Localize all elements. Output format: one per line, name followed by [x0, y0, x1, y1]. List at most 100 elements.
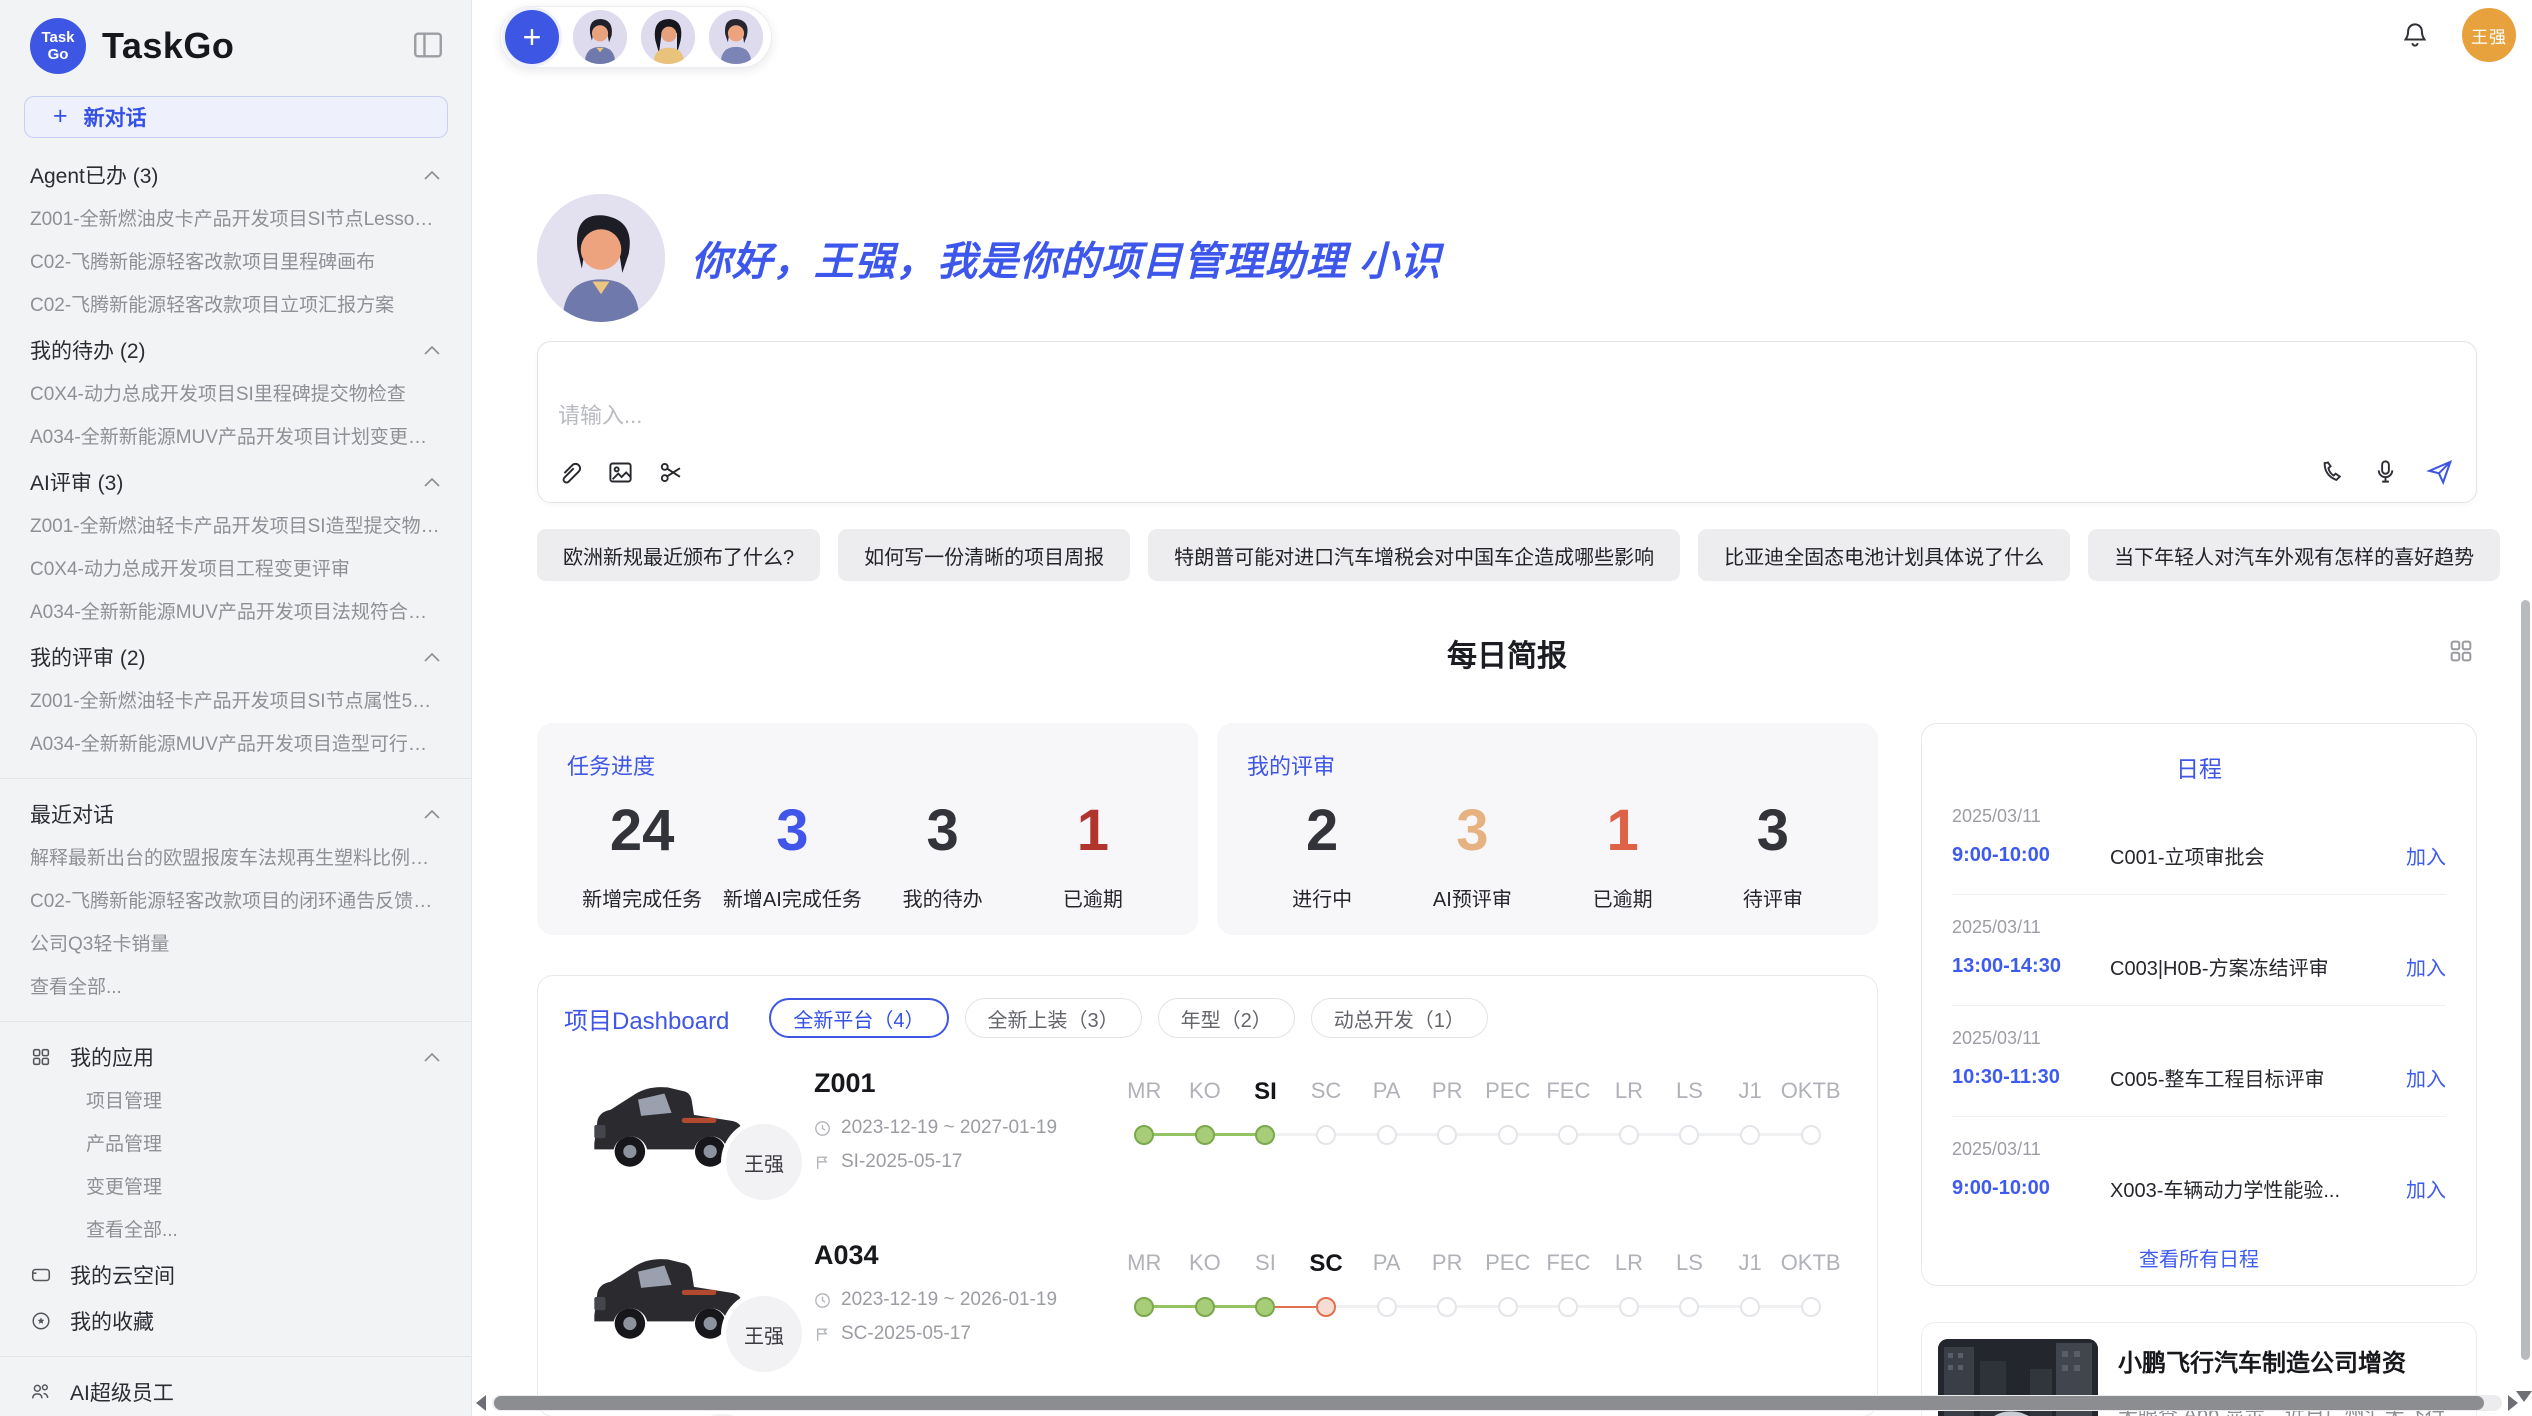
image-icon[interactable]	[607, 459, 634, 486]
sidebar-item[interactable]: A034-全新新能源MUV产品开发项目法规符合性评审	[0, 591, 471, 634]
add-session-button[interactable]: +	[505, 10, 559, 64]
suggestion-chip[interactable]: 特朗普可能对进口汽车增税会对中国车企造成哪些影响	[1148, 529, 1680, 581]
milestone-cell: PA	[1356, 1250, 1417, 1320]
recent-view-all[interactable]: 查看全部...	[0, 966, 471, 1009]
vertical-scrollbar-thumb[interactable]	[2521, 600, 2530, 1360]
milestone-dot	[1498, 1297, 1518, 1317]
suggestion-chip[interactable]: 当下年轻人对汽车外观有怎样的喜好趋势	[2088, 529, 2500, 581]
chevron-up-icon[interactable]	[423, 808, 441, 821]
suggestion-chip[interactable]: 欧洲新规最近颁布了什么?	[537, 529, 820, 581]
join-link[interactable]: 加入	[2406, 952, 2446, 981]
stat-label: 进行中	[1247, 883, 1397, 912]
assistant-avatar	[537, 194, 665, 322]
message-input[interactable]	[538, 342, 2476, 450]
sidebar-header: Task Go TaskGo	[0, 18, 471, 74]
sidebar-item-favorites[interactable]: 我的收藏	[0, 1298, 471, 1344]
chevron-up-icon[interactable]	[423, 651, 441, 664]
milestone-dot	[1498, 1125, 1518, 1145]
suggestion-chip[interactable]: 比亚迪全固态电池计划具体说了什么	[1698, 529, 2070, 581]
new-chat-button[interactable]: + 新对话	[24, 96, 448, 138]
suggestion-chips: 欧洲新规最近颁布了什么? 如何写一份清晰的项目周报 特朗普可能对进口汽车增税会对…	[537, 529, 2477, 581]
topbar-right: 王强	[2400, 8, 2516, 62]
schedule-time: 13:00-14:30	[1952, 955, 2110, 978]
project-row[interactable]: 王强 Z001 2023-12-19 ~ 2027-01	[538, 1046, 1877, 1218]
sidebar-item[interactable]: Z001-全新燃油轻卡产品开发项目SI造型提交物评审	[0, 505, 471, 548]
sidebar-item[interactable]: C0X4-动力总成开发项目工程变更评审	[0, 548, 471, 591]
sidebar-section-header[interactable]: 我的待办 (2)	[0, 327, 471, 373]
sidebar-item[interactable]: A034-全新新能源MUV产品开发项目造型可行性评审	[0, 723, 471, 766]
sidebar-section-header[interactable]: Agent已办 (3)	[0, 152, 471, 198]
project-flag-label: SC-2025-05-17	[841, 1323, 971, 1345]
milestone-cell: J1	[1720, 1078, 1781, 1148]
join-link[interactable]: 加入	[2406, 1063, 2446, 1092]
stat-card: 我的评审 2 进行中	[1217, 723, 1878, 935]
dashboard-tab[interactable]: 全新上装（3）	[965, 998, 1142, 1038]
sidebar-section-header[interactable]: 我的评审 (2)	[0, 634, 471, 680]
user-avatar[interactable]: 王强	[2462, 8, 2516, 62]
stat-card: 任务进度 24 新增完成任务	[537, 723, 1198, 935]
session-avatar-3[interactable]	[709, 10, 763, 64]
app-item[interactable]: 查看全部...	[0, 1209, 471, 1252]
schedule-list: 2025/03/11 9:00-10:00 C001-立项审批会 加入	[1952, 784, 2446, 1227]
chevron-up-icon[interactable]	[423, 169, 441, 182]
sidebar-item-cloud-space[interactable]: 我的云空间	[0, 1252, 471, 1298]
sidebar-item[interactable]: A034-全新新能源MUV产品开发项目计划变更表编写	[0, 416, 471, 459]
layout-grid-icon[interactable]	[2447, 637, 2475, 665]
stat-value: 2	[1247, 799, 1397, 863]
horizontal-scrollbar-thumb[interactable]	[494, 1396, 2484, 1410]
app-item[interactable]: 产品管理	[0, 1123, 471, 1166]
scroll-down-arrow[interactable]	[2516, 1391, 2532, 1402]
dashboard-tab[interactable]: 年型（2）	[1158, 998, 1295, 1038]
session-avatar-2[interactable]	[641, 10, 695, 64]
chevron-up-icon[interactable]	[423, 344, 441, 357]
sidebar-item[interactable]: Z001-全新燃油皮卡产品开发项目SI节点Lesson Learn报告	[0, 198, 471, 241]
app-item[interactable]: 变更管理	[0, 1166, 471, 1209]
recent-chats-header[interactable]: 最近对话	[0, 791, 471, 837]
project-row[interactable]: 王强 A034 2023-12-19 ~ 2026-01	[538, 1218, 1877, 1390]
milestone-dot	[1316, 1297, 1336, 1317]
milestone-dot	[1801, 1297, 1821, 1317]
sidebar-section-header[interactable]: AI评审 (3)	[0, 459, 471, 505]
schedule-event-title: C005-整车工程目标评审	[2110, 1063, 2392, 1092]
sidebar-item[interactable]: C02-飞腾新能源轻客改款项目立项汇报方案	[0, 284, 471, 327]
view-all-schedule-link[interactable]: 查看所有日程	[1952, 1227, 2446, 1286]
stat-label: 我的待办	[868, 883, 1018, 912]
recent-chat-item[interactable]: C02-飞腾新能源轻客改款项目的闭环通告反馈情况	[0, 880, 471, 923]
scroll-left-arrow[interactable]	[476, 1395, 486, 1411]
chevron-up-icon[interactable]	[423, 1051, 441, 1064]
sidebar-item-ai-employee[interactable]: AI超级员工	[0, 1369, 471, 1415]
sidebar-item[interactable]: C0X4-动力总成开发项目SI里程碑提交物检查	[0, 373, 471, 416]
dashboard-tab[interactable]: 全新平台（4）	[769, 998, 948, 1038]
dashboard-tab[interactable]: 动总开发（1）	[1311, 998, 1488, 1038]
scroll-right-arrow[interactable]	[2508, 1395, 2518, 1411]
plus-icon: +	[53, 102, 68, 131]
my-apps-header[interactable]: 我的应用	[0, 1034, 471, 1080]
recent-chat-item[interactable]: 解释最新出台的欧盟报废车法规再生塑料比例被调至15%...	[0, 837, 471, 880]
project-dates: 2023-12-19 ~ 2027-01-19	[814, 1117, 1114, 1139]
join-link[interactable]: 加入	[2406, 1174, 2446, 1203]
chevron-up-icon[interactable]	[423, 476, 441, 489]
sidebar-item[interactable]: Z001-全新燃油轻卡产品开发项目SI节点属性5D文件评审	[0, 680, 471, 723]
milestone-label: J1	[1720, 1078, 1781, 1110]
suggestion-chip[interactable]: 如何写一份清晰的项目周报	[838, 529, 1130, 581]
stat-grid: 24 新增完成任务 3 新增AI完成任务	[567, 799, 1168, 912]
composer-left-icons	[556, 459, 685, 486]
horizontal-scrollbar-track[interactable]	[492, 1395, 2502, 1411]
recent-chat-item[interactable]: 公司Q3轻卡销量	[0, 923, 471, 966]
sidebar-item[interactable]: C02-飞腾新能源轻客改款项目里程碑画布	[0, 241, 471, 284]
notification-bell-icon[interactable]	[2400, 20, 2430, 50]
send-icon[interactable]	[2425, 457, 2454, 486]
join-link[interactable]: 加入	[2406, 841, 2446, 870]
microphone-icon[interactable]	[2372, 458, 2399, 485]
scissors-icon[interactable]	[658, 459, 685, 486]
app-item[interactable]: 项目管理	[0, 1080, 471, 1123]
project-flag-label: SI-2025-05-17	[841, 1151, 962, 1173]
milestone-cell: PR	[1417, 1250, 1478, 1320]
milestone-dot	[1619, 1297, 1639, 1317]
session-avatar-1[interactable]	[573, 10, 627, 64]
attachment-icon[interactable]	[556, 459, 583, 486]
section-title: AI评审 (3)	[30, 467, 123, 497]
app-title: TaskGo	[102, 25, 234, 67]
sidebar-collapse-icon[interactable]	[411, 28, 445, 62]
phone-icon[interactable]	[2319, 458, 2346, 485]
